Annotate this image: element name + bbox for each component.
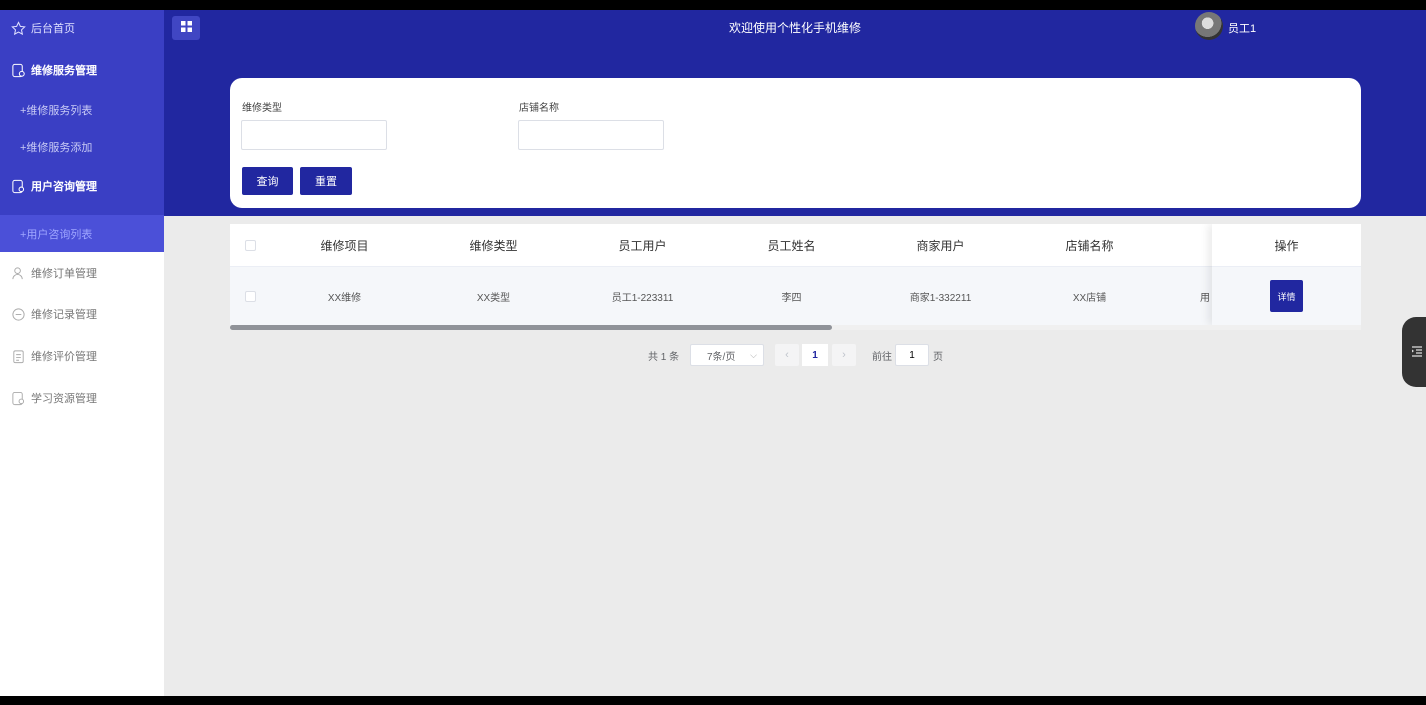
horizontal-scrollbar[interactable]: [230, 325, 1361, 330]
sidebar-group-label: 维修服务管理: [31, 65, 97, 77]
sidebar-item-label: 维修评价管理: [31, 351, 97, 363]
document-search-icon: [10, 178, 26, 194]
repair-type-label: 维修类型: [242, 103, 282, 114]
total-count: 共 1 条: [648, 351, 680, 363]
column-header[interactable]: 店铺名称: [1015, 224, 1164, 266]
table-row[interactable]: XX维修 XX类型 员工1-223311 李四 商家1-332211 XX店铺 …: [230, 267, 1361, 325]
sidebar-group-user-consult[interactable]: 用户咨询管理: [0, 176, 164, 196]
clipboard-icon: [10, 348, 26, 364]
chevron-left-icon: ‹: [785, 349, 789, 361]
sidebar-item-label: +维修服务添加: [20, 142, 93, 154]
column-header: 操作: [1212, 224, 1361, 267]
reset-button[interactable]: 重置: [300, 167, 352, 195]
column-header[interactable]: 商家用户: [866, 224, 1015, 266]
row-select-cell: [230, 267, 270, 325]
column-header[interactable]: 员工姓名: [717, 224, 866, 266]
sidebar-item-label: +用户咨询列表: [20, 228, 93, 241]
sidebar-item-label: +维修服务列表: [20, 105, 93, 117]
scrollbar-thumb[interactable]: [230, 325, 832, 330]
sidebar-item-repair-service-add[interactable]: +维修服务添加: [0, 137, 164, 157]
repair-type-input[interactable]: [241, 120, 387, 150]
app-root: 后台首页 维修服务管理 +维修服务列表 +维修服务添加 用户咨询管理 +用户咨询…: [0, 10, 1426, 696]
document-settings-icon: [10, 62, 26, 78]
sidebar-group-repair-service[interactable]: 维修服务管理: [0, 60, 164, 80]
action-cell: 详情: [1212, 267, 1361, 325]
goto-prefix: 前往: [872, 351, 892, 363]
sidebar-item-learning-resources[interactable]: 学习资源管理: [0, 388, 164, 408]
prev-page-button[interactable]: ‹: [775, 344, 799, 366]
page-size-select[interactable]: 7条/页 ⌵: [690, 344, 764, 366]
sidebar-group-label: 用户咨询管理: [31, 181, 97, 193]
query-button[interactable]: 查询: [242, 167, 293, 195]
sidebar-item-repair-reviews[interactable]: 维修评价管理: [0, 346, 164, 366]
shop-name-label: 店铺名称: [519, 103, 559, 114]
column-header[interactable]: 员工用户: [568, 224, 717, 266]
sidebar-item-user-consult-list[interactable]: +用户咨询列表: [0, 215, 164, 252]
table-cell: XX店铺: [1072, 292, 1107, 304]
user-icon: [10, 265, 26, 281]
search-panel: 维修类型 店铺名称 查询 重置: [230, 78, 1361, 208]
fixed-action-column: 操作 详情: [1212, 224, 1361, 325]
list-indent-icon: [1411, 345, 1423, 360]
table-cell: XX维修: [327, 292, 362, 304]
document-search-icon: [10, 390, 26, 406]
avatar[interactable]: [1195, 12, 1223, 40]
column-header[interactable]: 维修类型: [419, 224, 568, 266]
table-cell: 商家1-332211: [909, 292, 972, 304]
sidebar-item-label: 学习资源管理: [31, 393, 97, 405]
chevron-right-icon: ›: [842, 349, 846, 361]
select-all-checkbox[interactable]: [244, 239, 256, 251]
detail-button[interactable]: 详情: [1270, 280, 1303, 312]
next-page-button[interactable]: ›: [832, 344, 856, 366]
sidebar-item-repair-records[interactable]: 维修记录管理: [0, 304, 164, 324]
shop-name-input[interactable]: [518, 120, 664, 150]
chat-bubble-icon: [10, 306, 26, 322]
goto-page-input[interactable]: [895, 344, 929, 366]
row-checkbox[interactable]: [244, 290, 256, 302]
table-header: 维修项目 维修类型 员工用户 员工姓名 商家用户 店铺名称: [230, 224, 1361, 267]
sidebar-item-repair-service-list[interactable]: +维修服务列表: [0, 100, 164, 120]
sidebar-item-label: 后台首页: [31, 23, 75, 35]
table-cell: 员工1-223311: [611, 292, 674, 304]
current-page[interactable]: 1: [802, 344, 828, 366]
data-table: 维修项目 维修类型 员工用户 员工姓名 商家用户 店铺名称 XX维修 XX类型 …: [230, 224, 1361, 330]
sidebar-item-label: 维修记录管理: [31, 309, 97, 321]
sidebar-item-repair-orders[interactable]: 维修订单管理: [0, 263, 164, 283]
table-cell: 李四: [781, 292, 802, 304]
page-size-value: 7条/页: [707, 351, 736, 363]
chevron-down-icon: ⌵: [750, 350, 757, 360]
goto-suffix: 页: [933, 351, 943, 363]
select-all-cell: [230, 224, 270, 266]
sidebar-item-label: 维修订单管理: [31, 268, 97, 280]
table-cell: XX类型: [476, 292, 511, 304]
user-name[interactable]: 员工1: [1228, 20, 1256, 36]
sidebar: 后台首页 维修服务管理 +维修服务列表 +维修服务添加 用户咨询管理 +用户咨询…: [0, 10, 164, 696]
column-header[interactable]: 维修项目: [270, 224, 419, 266]
side-panel-toggle[interactable]: [1402, 317, 1426, 387]
sidebar-item-home[interactable]: 后台首页: [0, 18, 164, 38]
star-icon: [10, 20, 26, 36]
